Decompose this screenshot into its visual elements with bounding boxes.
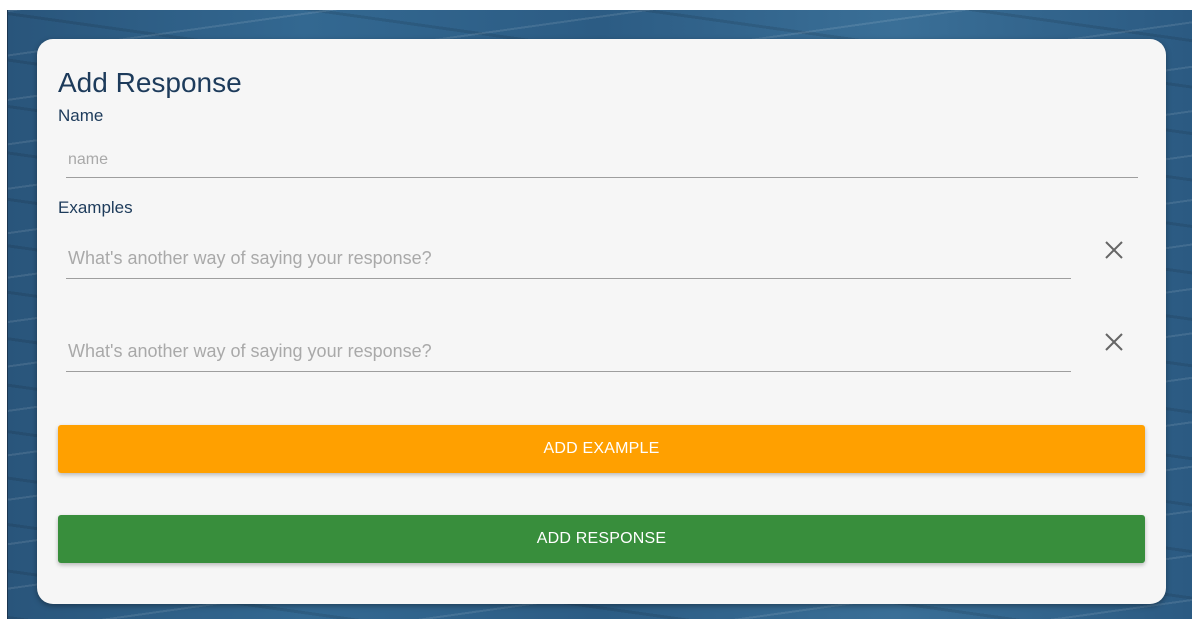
examples-label: Examples bbox=[58, 198, 133, 217]
add-response-dialog: Add Response Name Examples ADD EXAMPLE A… bbox=[37, 39, 1166, 604]
close-icon bbox=[1105, 333, 1123, 351]
dialog-title: Add Response bbox=[58, 67, 242, 98]
example-input-1[interactable] bbox=[66, 239, 1071, 279]
remove-example-1-button[interactable] bbox=[1098, 234, 1130, 266]
remove-example-2-button[interactable] bbox=[1098, 326, 1130, 358]
name-label: Name bbox=[58, 106, 104, 125]
close-icon bbox=[1105, 241, 1123, 259]
name-input[interactable] bbox=[66, 142, 1138, 178]
example-input-2[interactable] bbox=[66, 332, 1071, 372]
add-example-button[interactable]: ADD EXAMPLE bbox=[58, 425, 1145, 473]
add-response-button[interactable]: ADD RESPONSE bbox=[58, 515, 1145, 563]
window-edge bbox=[7, 10, 8, 619]
